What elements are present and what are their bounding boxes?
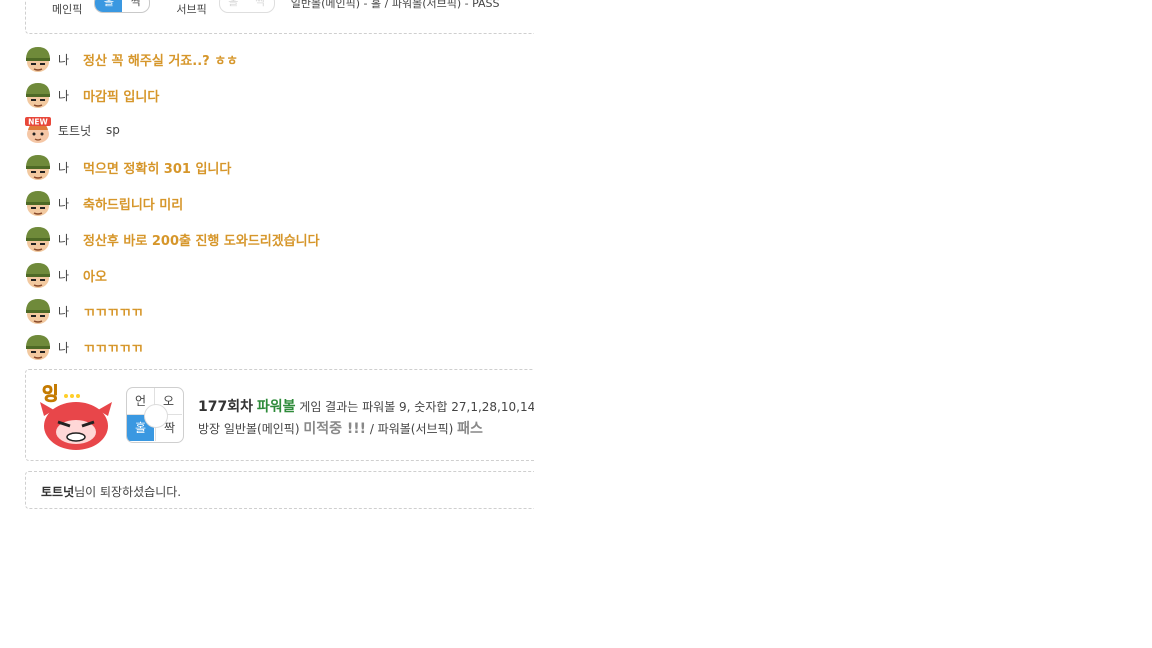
message-nick[interactable]: 나 — [58, 51, 78, 68]
result-miss: 미적중 !!! — [303, 421, 366, 437]
message-text: 축하드립니다 미리 — [83, 197, 184, 213]
main-pick-on: 홀 — [95, 0, 123, 12]
result-host-pick: 방장 일반볼(메인픽) — [198, 422, 300, 436]
message-text: 아오 — [83, 269, 107, 285]
message-nick[interactable]: 나 — [58, 87, 78, 104]
result-sub-pick: / 파워볼(서브픽) — [369, 422, 454, 436]
result-round: 177회차 — [198, 399, 253, 415]
message-nick[interactable]: 나 — [58, 231, 78, 248]
main-pick-off: 짝 — [130, 0, 141, 8]
chat-message: 나 ㄲㄲㄲㄲㄲ — [24, 332, 143, 362]
chat-message: NEW 토트넛 sp — [24, 115, 120, 145]
chat-message: 나 축하드립니다 미리 — [24, 188, 183, 218]
result-game: 파워볼 — [256, 399, 296, 415]
sub-pick-on: 홀 — [228, 0, 239, 8]
svg-text:NEW: NEW — [28, 118, 48, 127]
result-pick-grid: 언 오 홀 짝 — [126, 387, 184, 443]
chat-message: 나 먹으면 정확히 301 입니다 — [24, 152, 231, 182]
chat-message: 나 마감픽 입니다 — [24, 80, 159, 110]
message-nick[interactable]: 나 — [58, 267, 78, 284]
result-summary: 게임 결과는 파워볼 9, 숫자합 27,1,28,10,14 — [299, 400, 534, 414]
message-text: 정산 꼭 해주실 거죠..? ㅎㅎ — [83, 53, 239, 69]
soldier-avatar-icon[interactable] — [24, 261, 52, 289]
message-text: 마감픽 입니다 — [83, 89, 160, 105]
message-text: ㄲㄲㄲㄲㄲ — [83, 341, 143, 357]
message-text: 먹으면 정확히 301 입니다 — [83, 161, 232, 177]
chat-column: 메인픽 홀 짝 서브픽 홀 짝 일반볼(메인픽) - 홀 / 파워볼(서브픽) … — [24, 0, 534, 648]
result-pass: 패스 — [457, 421, 483, 437]
message-nick[interactable]: 나 — [58, 303, 78, 320]
exit-notice: 토트넛님이 퇴장하셨습니다. — [41, 483, 181, 500]
angry-mascot-icon: 잉 — [38, 382, 114, 452]
pick-center-knob — [144, 404, 168, 428]
exit-user-name[interactable]: 토트넛 — [41, 485, 74, 499]
result-line-1: 177회차 파워볼 게임 결과는 파워볼 9, 숫자합 27,1,28,10,1… — [198, 396, 534, 416]
message-text: sp — [106, 123, 120, 137]
soldier-avatar-icon[interactable] — [24, 153, 52, 181]
exit-notice-text: 님이 퇴장하셨습니다. — [74, 485, 182, 499]
game-result-box: 잉 언 오 홀 짝 177회차 파워볼 게임 결과는 파워볼 9, 숫자합 27… — [25, 369, 534, 461]
soldier-avatar-icon[interactable] — [24, 189, 52, 217]
sub-pick-toggle: 홀 짝 — [218, 0, 275, 13]
main-pick-label: 메인픽 — [52, 3, 83, 16]
pick-summary-text: 일반볼(메인픽) - 홀 / 파워볼(서브픽) - PASS — [290, 0, 500, 10]
message-nick[interactable]: 나 — [58, 159, 78, 176]
message-nick[interactable]: 나 — [58, 195, 78, 212]
message-nick[interactable]: 토트넛 — [58, 122, 102, 139]
message-nick[interactable]: 나 — [58, 339, 78, 356]
pick-summary-row: 메인픽 홀 짝 서브픽 홀 짝 일반볼(메인픽) - 홀 / 파워볼(서브픽) … — [52, 0, 500, 17]
chat-message: 나 ㄲㄲㄲㄲㄲ — [24, 296, 143, 326]
chat-message: 나 정산후 바로 200출 진행 도와드리겠습니다 — [24, 224, 320, 254]
svg-text:잉: 잉 — [42, 384, 59, 405]
exit-notice-box: 토트넛님이 퇴장하셨습니다. — [25, 471, 534, 509]
chat-message: 나 아오 — [24, 260, 107, 290]
sub-pick-label: 서브픽 — [176, 3, 207, 16]
message-text: ㄲㄲㄲㄲㄲ — [83, 305, 143, 321]
soldier-avatar-icon[interactable] — [24, 81, 52, 109]
soldier-avatar-icon[interactable] — [24, 45, 52, 73]
chat-viewport: 메인픽 홀 짝 서브픽 홀 짝 일반볼(메인픽) - 홀 / 파워볼(서브픽) … — [0, 0, 1152, 648]
sub-pick-off: 짝 — [255, 0, 266, 8]
soldier-avatar-icon[interactable] — [24, 225, 52, 253]
soldier-avatar-icon[interactable] — [24, 333, 52, 361]
chat-message: 나 정산 꼭 해주실 거죠..? ㅎㅎ — [24, 44, 238, 74]
new-user-avatar-icon[interactable]: NEW — [24, 116, 52, 144]
soldier-avatar-icon[interactable] — [24, 297, 52, 325]
main-pick-toggle: 홀 짝 — [94, 0, 151, 13]
result-line-2: 방장 일반볼(메인픽) 미적중 !!! / 파워볼(서브픽) 패스 — [198, 418, 483, 438]
pick-summary-box: 메인픽 홀 짝 서브픽 홀 짝 일반볼(메인픽) - 홀 / 파워볼(서브픽) … — [25, 0, 534, 34]
message-text: 정산후 바로 200출 진행 도와드리겠습니다 — [83, 233, 320, 249]
